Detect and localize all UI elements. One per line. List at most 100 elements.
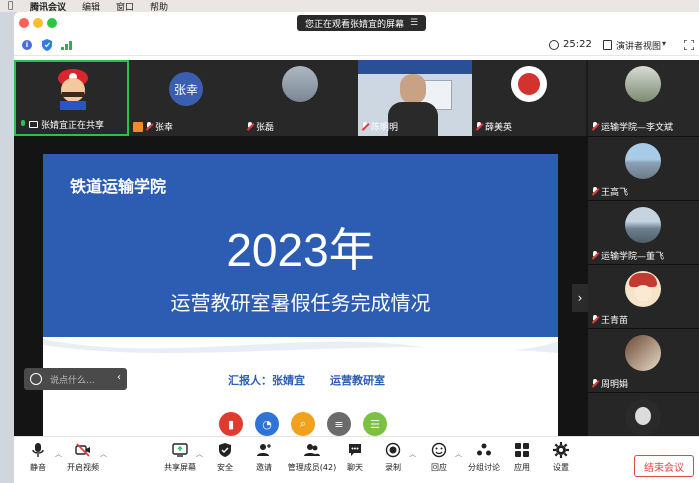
participant-tile[interactable]: 张婧宜正在共享 xyxy=(14,60,129,136)
video-button[interactable]: 开启视频 xyxy=(61,442,105,473)
avatar xyxy=(625,399,661,435)
participant-tile[interactable]: 薛美英 xyxy=(472,60,586,136)
screen-share-icon xyxy=(29,121,38,128)
avatar xyxy=(625,271,661,307)
minimize-window-button[interactable] xyxy=(33,18,43,28)
slide-icon-row: ▮ ◔ ⌕ ≡ ☰ xyxy=(219,412,387,436)
participant-label: 张磊 xyxy=(247,120,274,133)
meeting-control-bar: 静音 ︿ 开启视频 ︿ 共享屏幕 ︿ 安全 邀请 管理成员(42) 聊天 录制 … xyxy=(14,436,699,483)
add-user-icon xyxy=(257,444,271,456)
mario-avatar xyxy=(58,69,88,110)
participant-label: 运输学院—董飞 xyxy=(592,249,664,262)
window-titlebar: 您正在观看张婧宜的屏幕 ☰ xyxy=(14,12,699,34)
document-icon: ≡ xyxy=(327,412,351,436)
participant-tile[interactable]: 周明娟 xyxy=(588,328,699,392)
camera-off-icon xyxy=(75,443,90,457)
avatar xyxy=(511,66,547,102)
chat-icon xyxy=(349,444,361,456)
mic-muted-icon xyxy=(592,379,598,388)
participant-tile[interactable]: 王青苗 xyxy=(588,264,699,328)
mute-button[interactable]: 静音 xyxy=(16,442,60,473)
banner-menu-icon[interactable]: ☰ xyxy=(410,18,418,28)
view-mode-selector[interactable]: 演讲者视图 xyxy=(616,39,661,52)
microphone-icon xyxy=(32,443,44,457)
emoji-icon[interactable] xyxy=(30,373,42,385)
zoom-window-button[interactable] xyxy=(47,18,57,28)
mic-muted-icon xyxy=(592,122,598,131)
mic-muted-icon xyxy=(592,315,598,324)
slide-reporter: 汇报人：张婧宜 xyxy=(228,374,305,387)
avatar xyxy=(625,143,661,179)
slide-wave-decoration xyxy=(43,339,558,369)
host-icon xyxy=(133,121,143,132)
mic-muted-icon xyxy=(247,122,253,131)
close-window-button[interactable] xyxy=(19,18,29,28)
gear-icon xyxy=(553,442,569,458)
mic-icon xyxy=(20,120,26,129)
participant-tile[interactable]: 运输学院—李文斌 xyxy=(588,60,699,136)
participant-label: 王青苗 xyxy=(592,313,628,326)
avatar xyxy=(282,66,318,102)
participant-label: 薛美英 xyxy=(476,120,512,133)
chevron-up-icon[interactable]: ︿ xyxy=(100,449,107,459)
share-screen-icon xyxy=(172,443,188,457)
screen-share-banner[interactable]: 您正在观看张婧宜的屏幕 ☰ xyxy=(297,15,427,31)
participant-tile[interactable]: 张磊 xyxy=(243,60,358,136)
participant-strip: 张婧宜正在共享 张幸 张幸 张磊 陈明明 薛美英 运输学院—李文斌 xyxy=(14,60,699,136)
next-page-button[interactable]: › xyxy=(572,284,588,312)
bar-chart-icon: ▮ xyxy=(219,412,243,436)
settings-button[interactable]: 设置 xyxy=(539,442,583,473)
record-icon xyxy=(385,442,401,458)
participant-tile[interactable]: 王高飞 xyxy=(588,136,699,200)
slide-department: 运营教研室 xyxy=(330,374,385,387)
avatar xyxy=(625,66,661,102)
presentation-slide: 铁道运输学院 2023年 运营教研室暑假任务完成情况 汇报人：张婧宜 运营教研室… xyxy=(43,154,558,442)
mic-muted-icon xyxy=(476,122,482,131)
participant-column: 王高飞 运输学院—董飞 王青苗 周明娟 xyxy=(588,136,699,456)
slide-school-name: 铁道运输学院 xyxy=(70,177,167,196)
avatar xyxy=(625,335,661,371)
menu-window[interactable]: 窗口 xyxy=(116,0,134,13)
shield-icon[interactable] xyxy=(42,39,52,51)
members-icon xyxy=(304,444,320,456)
layout-icon[interactable] xyxy=(603,40,612,50)
participant-label: 张婧宜正在共享 xyxy=(20,118,104,131)
menu-app-name[interactable]: 腾讯会议 xyxy=(30,0,66,13)
shield-icon xyxy=(219,443,231,457)
checklist-icon: ☰ xyxy=(363,412,387,436)
participant-tile[interactable]: 陈明明 xyxy=(358,60,472,136)
manage-members-button[interactable]: 管理成员(42) xyxy=(286,442,338,473)
chat-placeholder: 说点什么... xyxy=(50,375,95,386)
participant-tile[interactable]: 运输学院—董飞 xyxy=(588,200,699,264)
chevron-up-icon[interactable]: ︿ xyxy=(196,449,203,459)
invite-button[interactable]: 邀请 xyxy=(242,442,286,473)
chevron-up-icon[interactable]: ︿ xyxy=(455,449,462,459)
menu-edit[interactable]: 编辑 xyxy=(82,0,100,13)
chevron-up-icon[interactable]: ︿ xyxy=(409,449,416,459)
collapse-chat-button[interactable]: ‹ xyxy=(117,372,121,383)
mic-muted-icon xyxy=(362,122,368,131)
participant-label: 周明娟 xyxy=(592,377,628,390)
apps-button[interactable]: 应用 xyxy=(500,442,544,473)
participant-label: 陈明明 xyxy=(362,120,398,133)
apple-icon[interactable]:  xyxy=(8,1,20,11)
security-button[interactable]: 安全 xyxy=(203,442,247,473)
end-meeting-button[interactable]: 结束会议 xyxy=(634,455,694,477)
fullscreen-icon[interactable] xyxy=(684,40,694,50)
breakout-icon xyxy=(477,443,491,456)
pie-chart-icon: ◔ xyxy=(255,412,279,436)
apps-grid-icon xyxy=(515,443,529,457)
magnifier-icon: ⌕ xyxy=(291,412,315,436)
chevron-down-icon[interactable]: ▾ xyxy=(662,39,666,48)
quick-chat-input[interactable]: 说点什么... ‹ xyxy=(24,368,127,390)
menu-help[interactable]: 帮助 xyxy=(150,0,168,13)
participant-label: 王高飞 xyxy=(592,185,628,198)
participant-tile[interactable]: 张幸 张幸 xyxy=(129,60,243,136)
info-icon[interactable]: i xyxy=(22,40,32,50)
clock-icon xyxy=(549,40,559,50)
participant-face xyxy=(400,74,426,104)
avatar xyxy=(625,207,661,243)
network-signal-icon[interactable] xyxy=(61,40,73,50)
mic-muted-icon xyxy=(592,251,598,260)
meeting-timer: 25:22 xyxy=(563,39,592,50)
